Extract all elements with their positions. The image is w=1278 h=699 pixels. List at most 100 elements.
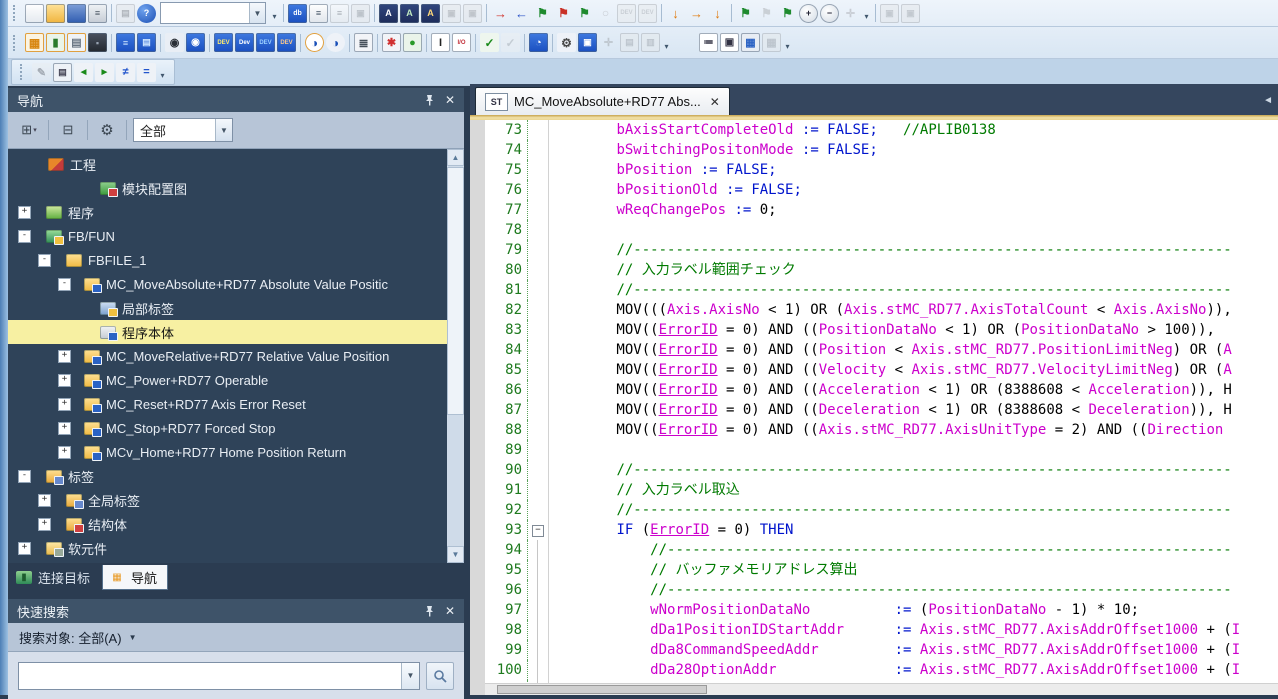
paste-icon[interactable]: ▤ [116,4,135,23]
toolbar-overflow-icon[interactable]: ▾ [157,61,168,83]
find-next-icon[interactable]: ► [95,63,114,82]
code-line-73[interactable]: 73 bAxisStartCompleteOld := FALSE; //APL… [470,120,1278,140]
tree-item-8[interactable]: +MC_MoveRelative+RD77 Relative Value Pos… [8,344,464,368]
code-line-98[interactable]: 98 dDa1PositionIDStartAddr := Axis.stMC_… [470,620,1278,640]
toolbar-overflow-icon[interactable]: ▾ [782,32,793,54]
st-struct-icon[interactable]: ▦ [762,33,781,52]
code-text[interactable]: dDa1PositionIDStartAddr := Axis.stMC_RD7… [549,620,1278,640]
dock-tab-active[interactable]: ▦导航 [102,565,168,590]
expand-icon[interactable]: + [58,398,71,411]
tree-item-7[interactable]: 程序本体 [8,320,464,344]
expand-icon[interactable]: + [58,374,71,387]
fold-collapse-icon[interactable]: − [532,525,544,537]
code-text[interactable]: //--------------------------------------… [549,500,1278,520]
code-line-77[interactable]: 77 wReqChangePos := 0; [470,200,1278,220]
expand-icon[interactable]: + [18,206,31,219]
find-previous-icon[interactable]: ◄ [74,63,93,82]
tab-close-icon[interactable]: ✕ [710,95,720,109]
toolbar-combo[interactable]: ▼ [160,2,266,24]
code-line-83[interactable]: 83 MOV((ErrorID = 0) AND ((PositionDataN… [470,320,1278,340]
code-text[interactable]: // バッファメモリアドレス算出 [549,560,1278,580]
window-layout-icon[interactable]: ▣ [351,4,370,23]
code-line-100[interactable]: 100 dDa28OptionAddr := Axis.stMC_RD77.Ax… [470,660,1278,680]
jump-forward-icon[interactable]: ← [512,4,531,23]
device-comment-icon[interactable]: DEV [214,33,233,52]
device-check-icon[interactable]: ✓ [501,33,520,52]
code-text[interactable]: //--------------------------------------… [549,240,1278,260]
watch-register-green-icon[interactable]: ⚑ [736,4,755,23]
code-text[interactable]: bAxisStartCompleteOld := FALSE; //APLIB0… [549,120,1278,140]
collapse-icon[interactable]: - [38,254,51,267]
expand-icon[interactable]: + [38,518,51,531]
device-compare-2-icon[interactable]: = [137,63,156,82]
code-line-87[interactable]: 87 MOV((ErrorID = 0) AND ((Deceleration … [470,400,1278,420]
code-text[interactable]: dDa28OptionAddr := Axis.stMC_RD77.AxisAd… [549,660,1278,680]
tree-item-16[interactable]: +软元件 [8,536,464,560]
code-text[interactable]: MOV((ErrorID = 0) AND ((Axis.stMC_RD77.A… [549,420,1278,440]
tree-item-12[interactable]: +MCv_Home+RD77 Home Position Return [8,440,464,464]
code-text[interactable]: // 入力ラベル範囲チェック [549,260,1278,280]
tree-item-3[interactable]: -FB/FUN [8,224,464,248]
save-project-icon[interactable] [67,4,86,23]
jump-back-icon[interactable]: → [491,4,510,23]
tree-item-4[interactable]: -FBFILE_1 [8,248,464,272]
code-line-93[interactable]: 93− IF (ErrorID = 0) THEN [470,520,1278,540]
search-scope-selector[interactable]: 搜索对象: 全部(A) ▼ [8,623,464,652]
open-project-icon[interactable] [46,4,65,23]
gear-icon[interactable]: ⚙ [94,119,120,141]
pan-icon[interactable]: ✛ [841,4,860,23]
code-text[interactable]: //--------------------------------------… [549,280,1278,300]
tree-item-5[interactable]: -MC_MoveAbsolute+RD77 Absolute Value Pos… [8,272,464,296]
toolbar-overflow-icon[interactable]: ▾ [661,32,672,54]
expand-icon[interactable]: + [18,542,31,555]
scroll-up-icon[interactable]: ▲ [447,149,464,166]
editor-tab[interactable]: ST MC_MoveAbsolute+RD77 Abs... ✕ [475,87,730,115]
tree-item-0[interactable]: 工程 [8,152,464,176]
code-text[interactable] [549,220,1278,240]
expand-icon[interactable]: + [58,422,71,435]
code-line-97[interactable]: 97 wNormPositionDataNo := (PositionDataN… [470,600,1278,620]
drive-tool-icon[interactable]: ⚙ [557,33,576,52]
expand-icon[interactable]: + [58,350,71,363]
tree-item-1[interactable]: 模块配置图 [8,176,464,200]
code-line-82[interactable]: 82 MOV(((Axis.AxisNo < 1) OR (Axis.stMC_… [470,300,1278,320]
watch-2-icon[interactable]: ◑ [326,33,345,52]
device-batch-monitor-icon[interactable]: ▤ [137,33,156,52]
parameter-setting-icon[interactable]: ✱ [382,33,401,52]
st-element-icon[interactable]: ≔ [699,33,718,52]
code-line-90[interactable]: 90 //-----------------------------------… [470,460,1278,480]
backup-icon[interactable]: ● [403,33,422,52]
code-text[interactable]: MOV((ErrorID = 0) AND ((Position < Axis.… [549,340,1278,360]
tree-expand-icon[interactable]: ⊞▾ [16,119,42,141]
device-list-2-icon[interactable]: ≡ [330,4,349,23]
tree-collapse-icon[interactable]: ⊟ [55,119,81,141]
chevron-down-icon[interactable]: ▼ [215,119,232,141]
pin-icon[interactable] [424,605,435,617]
toolbar-overflow-icon[interactable]: ▾ [861,2,872,24]
code-text[interactable]: //--------------------------------------… [549,580,1278,600]
code-line-91[interactable]: 91 // 入力ラベル取込 [470,480,1278,500]
expand-icon[interactable]: + [38,494,51,507]
code-line-79[interactable]: 79 //-----------------------------------… [470,240,1278,260]
tree-item-13[interactable]: -标签 [8,464,464,488]
code-line-78[interactable]: 78 [470,220,1278,240]
tree-item-11[interactable]: +MC_Stop+RD77 Forced Stop [8,416,464,440]
tree-item-9[interactable]: +MC_Power+RD77 Operable [8,368,464,392]
code-line-92[interactable]: 92 //-----------------------------------… [470,500,1278,520]
device-flag-green2-icon[interactable]: ⚑ [575,4,594,23]
code-text[interactable]: wNormPositionDataNo := (PositionDataNo -… [549,600,1278,620]
chevron-down-icon[interactable]: ▼ [249,3,265,23]
code-text[interactable]: MOV((ErrorID = 0) AND ((Deceleration < 1… [549,400,1278,420]
scroll-down-icon[interactable]: ▼ [447,546,464,563]
jump-down-2-icon[interactable]: ↓ [708,4,727,23]
search-button[interactable] [426,662,454,690]
code-text[interactable]: MOV(((Axis.AxisNo < 1) OR (Axis.stMC_RD7… [549,300,1278,320]
device-flag-green-icon[interactable]: ⚑ [533,4,552,23]
close-icon[interactable]: ✕ [445,93,455,107]
code-text[interactable]: IF (ErrorID = 0) THEN [549,520,1278,540]
io-check-icon[interactable]: I/O [452,33,471,52]
monitor-window-icon[interactable]: ▣ [578,33,597,52]
code-text[interactable]: bPosition := FALSE; [549,160,1278,180]
code-text[interactable]: wReqChangePos := 0; [549,200,1278,220]
local-label-icon[interactable]: A [400,4,419,23]
